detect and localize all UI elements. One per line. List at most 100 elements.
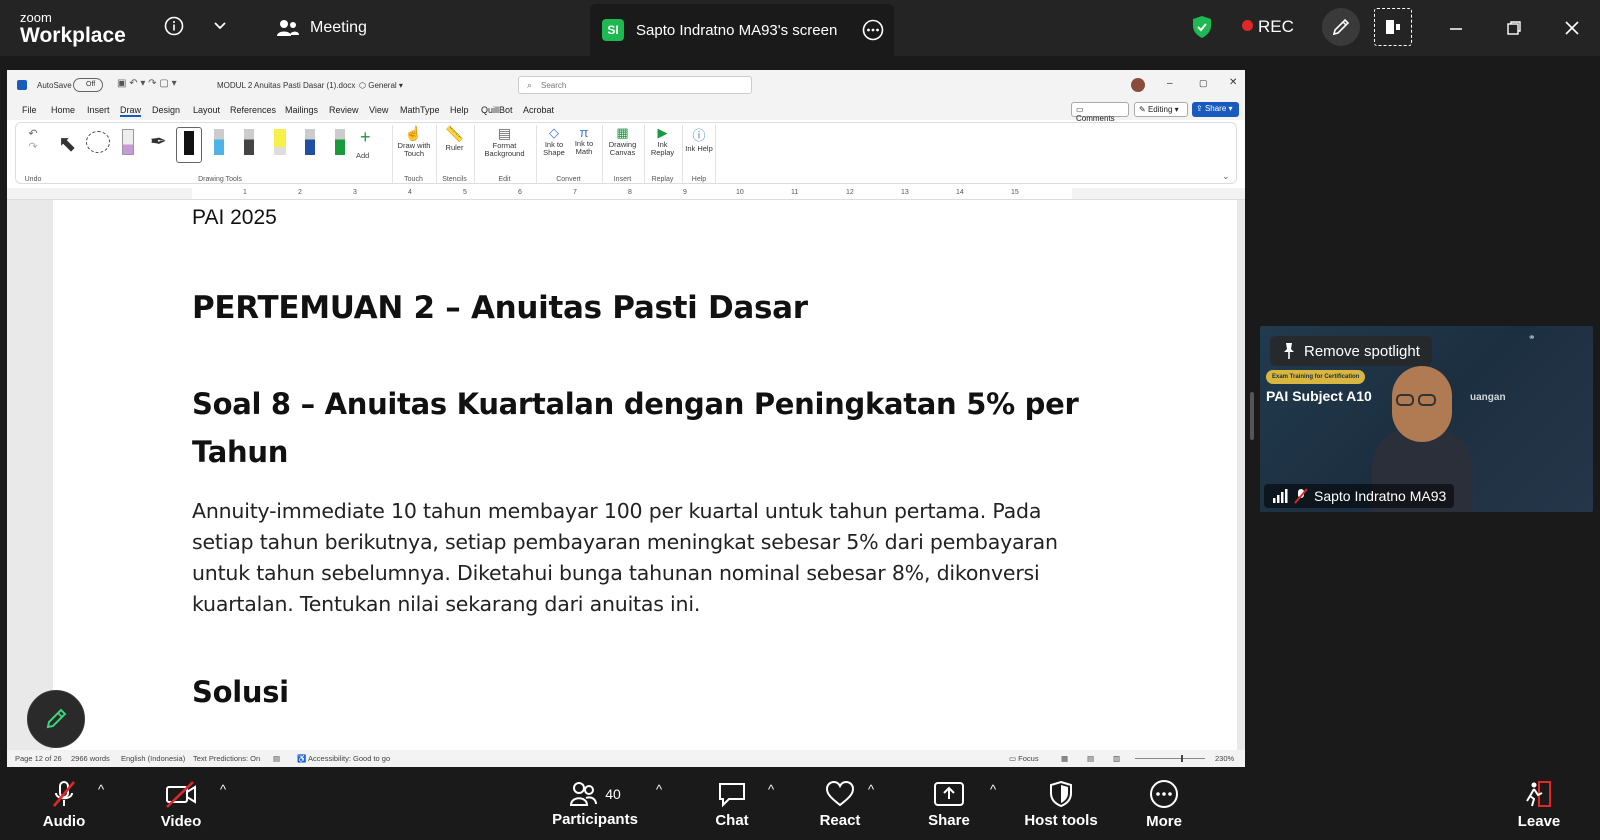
lasso-icon[interactable] [86,131,110,153]
focus-button[interactable]: ▭ Focus [1009,754,1039,763]
ink-replay-label[interactable]: Ink Replay [645,140,680,158]
comments-button[interactable]: ▭ Comments [1071,102,1129,123]
restore-icon[interactable] [1504,18,1524,38]
zoom-slider-thumb[interactable] [1181,755,1183,762]
pen-darkblue-icon[interactable] [305,129,315,155]
menu-design[interactable]: Design [152,105,180,115]
ink-to-math-button[interactable]: π Ink to Math [571,125,597,157]
status-language[interactable]: English (Indonesia) [121,754,185,763]
video-button[interactable]: Video [152,768,210,840]
eraser-icon[interactable] [122,129,134,155]
format-background-icon[interactable]: ▤ [475,125,534,142]
select-cursor-icon[interactable]: ⬉ [58,131,76,157]
menu-help[interactable]: Help [450,105,469,115]
status-predictions[interactable]: Text Predictions: On [193,754,260,763]
document-page[interactable]: PAI 2025 PERTEMUAN 2 – Anuitas Pasti Das… [53,200,1237,750]
split-resize-handle[interactable] [1250,392,1254,440]
menu-view[interactable]: View [369,105,388,115]
participants-button[interactable]: 40 Participants [548,768,642,840]
accessibility-status[interactable]: ♿ Accessibility: Good to go [297,754,390,763]
participants-options-caret-icon[interactable]: ^ [656,782,662,797]
draw-touch-label[interactable]: Draw with Touch [393,141,435,159]
sensitivity-label[interactable]: ⬡ General ▾ [359,81,403,90]
annotate-pencil-icon[interactable] [1322,8,1360,46]
menu-insert[interactable]: Insert [87,105,110,115]
highlighter-yellow-icon[interactable] [274,129,286,155]
menu-references[interactable]: References [230,105,276,115]
react-button[interactable]: React [818,768,862,840]
print-layout-icon[interactable]: ▤ [1087,754,1094,763]
ink-replay-icon[interactable]: ▶ [645,125,680,141]
autosave-toggle[interactable]: Off [73,78,103,92]
chat-button[interactable]: Chat [712,768,752,840]
close-icon[interactable] [1562,18,1582,38]
drawing-canvas-label[interactable]: Drawing Canvas [603,140,642,158]
word-close-icon[interactable]: ✕ [1229,77,1237,88]
add-pen-icon[interactable]: + [360,127,371,148]
remove-spotlight-button[interactable]: Remove spotlight [1270,336,1432,366]
pencil-gray-icon[interactable] [244,129,254,155]
audio-options-caret-icon[interactable]: ^ [98,782,104,797]
chat-options-caret-icon[interactable]: ^ [768,782,774,797]
menu-acrobat[interactable]: Acrobat [523,105,554,115]
zoom-slider[interactable] [1135,758,1205,759]
menu-mailings[interactable]: Mailings [285,105,318,115]
pen-outline-icon[interactable]: ✒ [150,129,167,154]
draw-touch-icon[interactable]: ☝ [393,125,434,142]
ink-to-shape-button[interactable]: ◇ Ink to Shape [541,125,567,158]
search-box[interactable]: ⌕ Search [518,76,752,94]
editing-button[interactable]: ✎ Editing ▾ [1134,102,1188,117]
share-options-caret-icon[interactable]: ^ [990,782,996,797]
web-layout-icon[interactable]: ▥ [1113,754,1120,763]
menu-review[interactable]: Review [329,105,359,115]
toolbar-quick-icons[interactable]: ▣ ↶ ▾ ↷ ▢ ▾ [117,78,177,89]
redo-icon[interactable]: ↷ [18,140,48,153]
screen-share-tab[interactable]: SI Sapto Indratno MA93's screen [590,4,894,56]
ruler-icon[interactable]: 📏 [437,125,472,143]
minimize-icon[interactable] [1446,18,1466,38]
glasses-right [1418,394,1436,406]
video-options-caret-icon[interactable]: ^ [220,782,226,797]
menu-file[interactable]: File [22,105,37,115]
view-layout-icon[interactable] [1374,8,1412,46]
word-share-button[interactable]: ⇪ Share ▾ [1192,102,1239,117]
meeting-label[interactable]: Meeting [310,19,367,37]
share-button[interactable]: Share [926,768,972,840]
leave-button[interactable]: Leave [1516,768,1562,840]
info-icon[interactable] [162,14,186,38]
pen-black-icon[interactable] [176,127,202,163]
question-paragraph-line: Annuity-immediate 10 tahun membayar 100 … [192,499,1042,523]
react-options-caret-icon[interactable]: ^ [868,782,874,797]
more-button[interactable]: More [1142,768,1186,840]
menu-layout[interactable]: Layout [193,105,220,115]
pen-green-icon[interactable] [335,129,345,155]
menu-mathtype[interactable]: MathType [400,105,440,115]
menu-quillbot[interactable]: QuillBot [481,105,513,115]
ink-help-icon[interactable]: ⓘ [683,125,715,144]
zoom-level[interactable]: 230% [1215,754,1234,763]
host-tools-button[interactable]: Host tools [1024,768,1098,840]
undo-icon[interactable]: ↶ [18,127,48,140]
account-avatar[interactable] [1131,78,1145,92]
word-restore-icon[interactable]: ▢ [1199,78,1208,89]
format-background-label[interactable]: Format Background [477,141,533,159]
shield-check-icon[interactable] [1190,14,1214,40]
status-words[interactable]: 2966 words [71,754,110,763]
pen-lightblue-icon[interactable] [214,129,224,155]
rec-label[interactable]: REC [1258,17,1294,37]
read-mode-icon[interactable]: ▦ [1061,754,1068,763]
more-options-icon[interactable] [862,19,884,46]
status-page[interactable]: Page 12 of 26 [15,754,62,763]
word-minimize-icon[interactable]: – [1167,78,1173,89]
drawing-canvas-icon[interactable]: ▦ [603,125,642,141]
chevron-down-icon[interactable] [210,16,230,36]
ruler-label[interactable]: Ruler [446,143,464,152]
pin-icon [1284,343,1294,359]
menu-home[interactable]: Home [51,105,75,115]
ribbon-collapse-icon[interactable]: ⌄ [1222,171,1230,182]
ink-help-label[interactable]: Ink Help [685,144,713,153]
menu-draw[interactable]: Draw [120,105,142,117]
spotlight-video-tile[interactable]: Exam Training for Certification PAI Subj… [1260,326,1593,512]
audio-button[interactable]: Audio [36,768,92,840]
annotate-button[interactable] [27,690,85,748]
